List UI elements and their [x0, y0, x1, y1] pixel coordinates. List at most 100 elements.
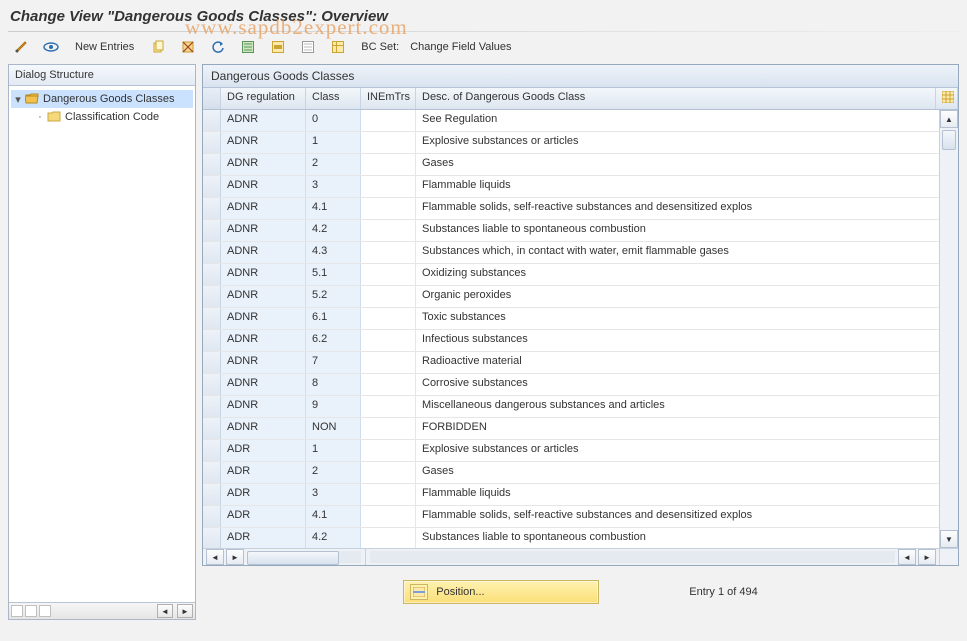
cell-inemtrs[interactable]	[361, 506, 416, 527]
cell-inemtrs[interactable]	[361, 110, 416, 131]
row-selector[interactable]	[203, 154, 221, 175]
row-selector[interactable]	[203, 308, 221, 329]
grid-vertical-scrollbar[interactable]: ▲ ▼	[939, 110, 958, 548]
cell-desc[interactable]: Explosive substances or articles	[416, 440, 939, 461]
row-selector[interactable]	[203, 330, 221, 351]
row-selector[interactable]	[203, 132, 221, 153]
cell-class[interactable]: 4.2	[306, 528, 361, 548]
cell-desc[interactable]: Oxidizing substances	[416, 264, 939, 285]
cell-regulation[interactable]: ADR	[221, 462, 306, 483]
cell-inemtrs[interactable]	[361, 330, 416, 351]
cell-class[interactable]: 2	[306, 462, 361, 483]
tree-footer-icons[interactable]	[11, 605, 51, 617]
cell-regulation[interactable]: ADNR	[221, 242, 306, 263]
deselect-all-icon[interactable]	[295, 36, 321, 58]
cell-inemtrs[interactable]	[361, 132, 416, 153]
cell-inemtrs[interactable]	[361, 440, 416, 461]
cell-class[interactable]: 4.1	[306, 506, 361, 527]
cell-desc[interactable]: See Regulation	[416, 110, 939, 131]
cell-class[interactable]: 6.2	[306, 330, 361, 351]
col-header-inemtrs[interactable]: INEmTrs	[361, 88, 416, 109]
hscroll-right-2-icon[interactable]: ►	[918, 549, 936, 565]
new-entries-button[interactable]: New Entries	[68, 36, 141, 58]
table-row[interactable]: ADNR1Explosive substances or articles	[203, 132, 939, 154]
row-selector[interactable]	[203, 462, 221, 483]
cell-class[interactable]: 4.2	[306, 220, 361, 241]
cell-class[interactable]: 3	[306, 484, 361, 505]
cell-regulation[interactable]: ADR	[221, 528, 306, 548]
row-selector[interactable]	[203, 418, 221, 439]
table-row[interactable]: ADR1Explosive substances or articles	[203, 440, 939, 462]
position-button[interactable]: Position...	[403, 580, 599, 604]
cell-inemtrs[interactable]	[361, 396, 416, 417]
row-selector[interactable]	[203, 264, 221, 285]
hscroll-left-2-icon[interactable]: ◄	[898, 549, 916, 565]
cell-inemtrs[interactable]	[361, 198, 416, 219]
row-selector[interactable]	[203, 220, 221, 241]
cell-desc[interactable]: Miscellaneous dangerous substances and a…	[416, 396, 939, 417]
cell-class[interactable]: 6.1	[306, 308, 361, 329]
cell-inemtrs[interactable]	[361, 286, 416, 307]
copy-as-icon[interactable]	[145, 36, 171, 58]
cell-regulation[interactable]: ADNR	[221, 286, 306, 307]
cell-inemtrs[interactable]	[361, 176, 416, 197]
config-table-icon[interactable]	[325, 36, 351, 58]
cell-regulation[interactable]: ADNR	[221, 308, 306, 329]
cell-regulation[interactable]: ADNR	[221, 132, 306, 153]
table-row[interactable]: ADR3Flammable liquids	[203, 484, 939, 506]
scroll-thumb[interactable]	[942, 130, 956, 150]
cell-class[interactable]: 4.3	[306, 242, 361, 263]
table-row[interactable]: ADNR4.3Substances which, in contact with…	[203, 242, 939, 264]
table-row[interactable]: ADNR5.2Organic peroxides	[203, 286, 939, 308]
cell-desc[interactable]: Gases	[416, 462, 939, 483]
cell-class[interactable]: 4.1	[306, 198, 361, 219]
other-view-icon[interactable]	[38, 36, 64, 58]
cell-desc[interactable]: Flammable solids, self-reactive substanc…	[416, 506, 939, 527]
row-selector[interactable]	[203, 176, 221, 197]
hscroll-left-1-icon[interactable]: ◄	[206, 549, 224, 565]
cell-inemtrs[interactable]	[361, 418, 416, 439]
cell-inemtrs[interactable]	[361, 242, 416, 263]
row-selector[interactable]	[203, 374, 221, 395]
table-row[interactable]: ADR4.2 Substances liable to spontaneous c…	[203, 528, 939, 548]
select-block-icon[interactable]	[265, 36, 291, 58]
cell-desc[interactable]: Organic peroxides	[416, 286, 939, 307]
cell-regulation[interactable]: ADNR	[221, 154, 306, 175]
tree-scroll-left-icon[interactable]: ◄	[157, 604, 173, 618]
cell-regulation[interactable]: ADNR	[221, 176, 306, 197]
undo-change-icon[interactable]	[205, 36, 231, 58]
cell-desc[interactable]: Radioactive material	[416, 352, 939, 373]
row-selector[interactable]	[203, 484, 221, 505]
table-row[interactable]: ADNR9Miscellaneous dangerous substances …	[203, 396, 939, 418]
scroll-up-icon[interactable]: ▲	[940, 110, 958, 128]
cell-class[interactable]: 1	[306, 132, 361, 153]
table-row[interactable]: ADNR5.1Oxidizing substances	[203, 264, 939, 286]
table-row[interactable]: ADNR7Radioactive material	[203, 352, 939, 374]
tree-item-dangerous-goods-classes[interactable]: ▾ Dangerous Goods Classes	[11, 90, 193, 108]
cell-regulation[interactable]: ADNR	[221, 110, 306, 131]
cell-regulation[interactable]: ADNR	[221, 374, 306, 395]
cell-inemtrs[interactable]	[361, 220, 416, 241]
table-row[interactable]: ADR2 Gases	[203, 462, 939, 484]
table-row[interactable]: ADNR2Gases	[203, 154, 939, 176]
cell-class[interactable]: 2	[306, 154, 361, 175]
row-selector[interactable]	[203, 440, 221, 461]
tree-scroll-right-icon[interactable]: ►	[177, 604, 193, 618]
toggle-display-change-icon[interactable]	[8, 36, 34, 58]
cell-desc[interactable]: Substances liable to spontaneous combust…	[416, 528, 939, 548]
change-field-values-button[interactable]: Change Field Values	[409, 36, 518, 58]
cell-class[interactable]: 1	[306, 440, 361, 461]
cell-class[interactable]: 8	[306, 374, 361, 395]
tree-expand-icon[interactable]: ▾	[13, 93, 23, 106]
cell-regulation[interactable]: ADNR	[221, 220, 306, 241]
cell-regulation[interactable]: ADNR	[221, 198, 306, 219]
cell-desc[interactable]: Toxic substances	[416, 308, 939, 329]
cell-desc[interactable]: Flammable liquids	[416, 176, 939, 197]
cell-inemtrs[interactable]	[361, 374, 416, 395]
cell-inemtrs[interactable]	[361, 264, 416, 285]
cell-desc[interactable]: Flammable solids, self-reactive substanc…	[416, 198, 939, 219]
cell-inemtrs[interactable]	[361, 528, 416, 548]
select-all-icon[interactable]	[235, 36, 261, 58]
cell-inemtrs[interactable]	[361, 154, 416, 175]
cell-class[interactable]: 3	[306, 176, 361, 197]
